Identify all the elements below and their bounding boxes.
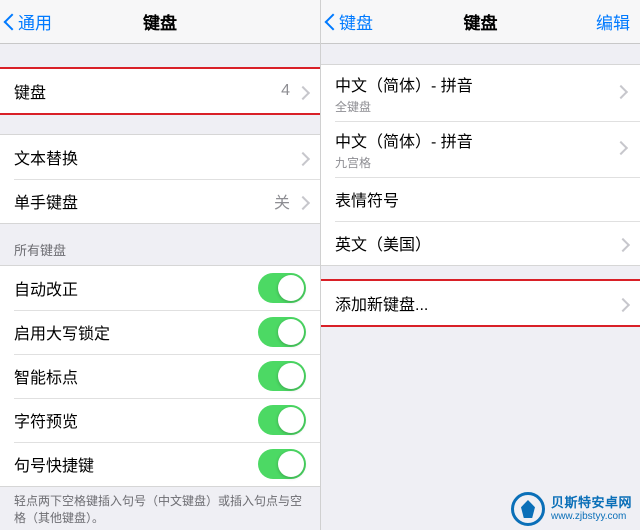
char-preview-label: 字符预览: [14, 408, 78, 432]
list-item[interactable]: 表情符号: [321, 177, 640, 221]
chevron-right-icon: [616, 140, 626, 157]
list-item-sub: 全键盘: [335, 98, 371, 115]
keyboards-count: 4: [281, 82, 290, 100]
period-shortcut-toggle[interactable]: [258, 449, 306, 479]
smart-punct-row: 智能标点: [0, 354, 320, 398]
add-new-keyboard-label: 添加新键盘...: [335, 291, 428, 315]
navbar-right: 键盘 键盘 编辑: [321, 0, 640, 44]
text-group: 文本替换 单手键盘 关: [0, 134, 320, 224]
caps-lock-toggle[interactable]: [258, 317, 306, 347]
keyboard-list-pane: 键盘 键盘 编辑 中文（简体）- 拼音 全键盘 中文（简体）- 拼音 九宫格: [320, 0, 640, 530]
chevron-right-icon: [298, 151, 306, 164]
list-item-sub: 九宫格: [335, 154, 371, 171]
back-label: 通用: [18, 9, 52, 34]
smart-punct-toggle[interactable]: [258, 361, 306, 391]
period-shortcut-row: 句号快捷键: [0, 442, 320, 486]
chevron-right-icon: [298, 195, 306, 208]
list-item-title: 中文（简体）- 拼音: [335, 128, 473, 152]
char-preview-row: 字符预览: [0, 398, 320, 442]
period-shortcut-label: 句号快捷键: [14, 452, 94, 476]
list-item-title: 英文（美国）: [335, 231, 431, 255]
auto-correct-toggle[interactable]: [258, 273, 306, 303]
one-handed-label: 单手键盘: [14, 189, 78, 213]
navbar-left: 通用 键盘: [0, 0, 320, 44]
add-new-keyboard-row[interactable]: 添加新键盘...: [321, 281, 640, 325]
chevron-right-icon: [616, 84, 626, 101]
caps-lock-row: 启用大写锁定: [0, 310, 320, 354]
back-button[interactable]: 通用: [6, 9, 52, 34]
keyboard-list-group: 中文（简体）- 拼音 全键盘 中文（简体）- 拼音 九宫格 表情符号 英文（美国…: [321, 64, 640, 266]
list-item-title: 中文（简体）- 拼音: [335, 72, 473, 96]
brand-name: 贝斯特安卓网: [551, 496, 632, 510]
list-item[interactable]: 中文（简体）- 拼音 九宫格: [321, 121, 640, 177]
auto-correct-row: 自动改正: [0, 266, 320, 310]
chevron-right-icon: [298, 85, 306, 98]
brand-url: www.zjbstyy.com: [551, 511, 632, 522]
smart-punct-label: 智能标点: [14, 364, 78, 388]
list-item-title: 表情符号: [335, 187, 399, 211]
one-handed-row[interactable]: 单手键盘 关: [0, 179, 320, 223]
back-chevron-icon: [6, 12, 18, 32]
chevron-right-icon: [618, 297, 626, 310]
toggles-group: 自动改正 启用大写锁定 智能标点 字符预览 句号快捷键: [0, 265, 320, 487]
brand-logo-icon: [511, 492, 545, 526]
add-keyboard-group: 添加新键盘...: [321, 280, 640, 326]
back-button[interactable]: 键盘: [327, 9, 373, 34]
section-all-keyboards: 所有键盘: [0, 224, 320, 265]
back-chevron-icon: [327, 12, 339, 32]
edit-button[interactable]: 编辑: [596, 9, 630, 34]
keyboards-label: 键盘: [14, 79, 46, 103]
caps-lock-label: 启用大写锁定: [14, 320, 110, 344]
text-replacement-row[interactable]: 文本替换: [0, 135, 320, 179]
settings-keyboard-pane: 通用 键盘 键盘 4 文本替换 单手键盘 关: [0, 0, 320, 530]
chevron-right-icon: [618, 237, 626, 250]
period-shortcut-note: 轻点两下空格键插入句号（中文键盘）或插入句点与空格（其他键盘）。: [0, 487, 320, 530]
text-replacement-label: 文本替换: [14, 145, 78, 169]
keyboards-group: 键盘 4: [0, 68, 320, 114]
watermark: 贝斯特安卓网 www.zjbstyy.com: [511, 492, 632, 526]
one-handed-value: 关: [274, 189, 290, 213]
char-preview-toggle[interactable]: [258, 405, 306, 435]
list-item[interactable]: 英文（美国）: [321, 221, 640, 265]
back-label: 键盘: [339, 9, 373, 34]
keyboards-row[interactable]: 键盘 4: [0, 69, 320, 113]
list-item[interactable]: 中文（简体）- 拼音 全键盘: [321, 65, 640, 121]
auto-correct-label: 自动改正: [14, 276, 78, 300]
